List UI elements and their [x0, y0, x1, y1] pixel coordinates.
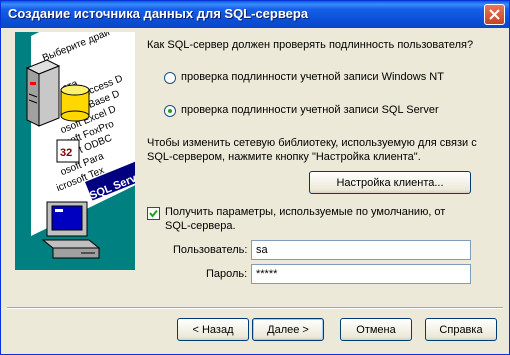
password-label: Пароль: — [206, 268, 248, 280]
dialog-window: Создание источника данных для SQL-сервер… — [0, 0, 510, 355]
button-separator — [7, 307, 503, 309]
network-info-line1: Чтобы изменить сетевую библиотеку, испол… — [147, 137, 477, 149]
password-input[interactable]: ***** — [251, 264, 471, 284]
defaults-checkbox[interactable] — [147, 207, 160, 220]
cancel-button[interactable]: Отмена — [340, 318, 412, 341]
client-config-button[interactable]: Настройка клиента... — [309, 171, 471, 194]
radio-sql-server-label[interactable]: проверка подлинности учетной записи SQL … — [181, 104, 439, 116]
title-bar[interactable]: Создание источника данных для SQL-сервер… — [1, 1, 509, 28]
driver-badge-icon: 32 — [56, 139, 80, 163]
badge-text: 32 — [60, 147, 72, 159]
close-button[interactable] — [484, 4, 505, 25]
next-button[interactable]: Далее > — [252, 318, 324, 341]
auth-question: Как SQL-сервер должен проверять подлинно… — [147, 39, 474, 51]
network-info-line2: SQL-сервером, нажмите кнопку "Настройка … — [147, 151, 421, 163]
checkmark-icon — [149, 209, 158, 218]
server-icon — [25, 60, 61, 127]
defaults-checkbox-line1[interactable]: Получить параметры, используемые по умол… — [165, 206, 445, 218]
login-label: Пользователь: — [173, 244, 248, 256]
computer-icon — [41, 201, 101, 259]
radio-sql-server-auth[interactable] — [164, 105, 176, 117]
window-title: Создание источника данных для SQL-сервер… — [8, 6, 309, 21]
close-icon — [489, 9, 500, 20]
login-input[interactable]: sa — [251, 240, 471, 260]
help-button[interactable]: Справка — [425, 318, 497, 341]
wizard-illustration: Выберите драй ата osoft Access D osoft d… — [15, 32, 135, 270]
radio-windows-nt-label[interactable]: проверка подлинности учетной записи Wind… — [181, 71, 444, 83]
radio-windows-nt-auth[interactable] — [164, 72, 176, 84]
back-button[interactable]: < Назад — [177, 318, 249, 341]
database-icon — [60, 84, 90, 122]
defaults-checkbox-line2[interactable]: SQL-сервера. — [165, 220, 236, 232]
